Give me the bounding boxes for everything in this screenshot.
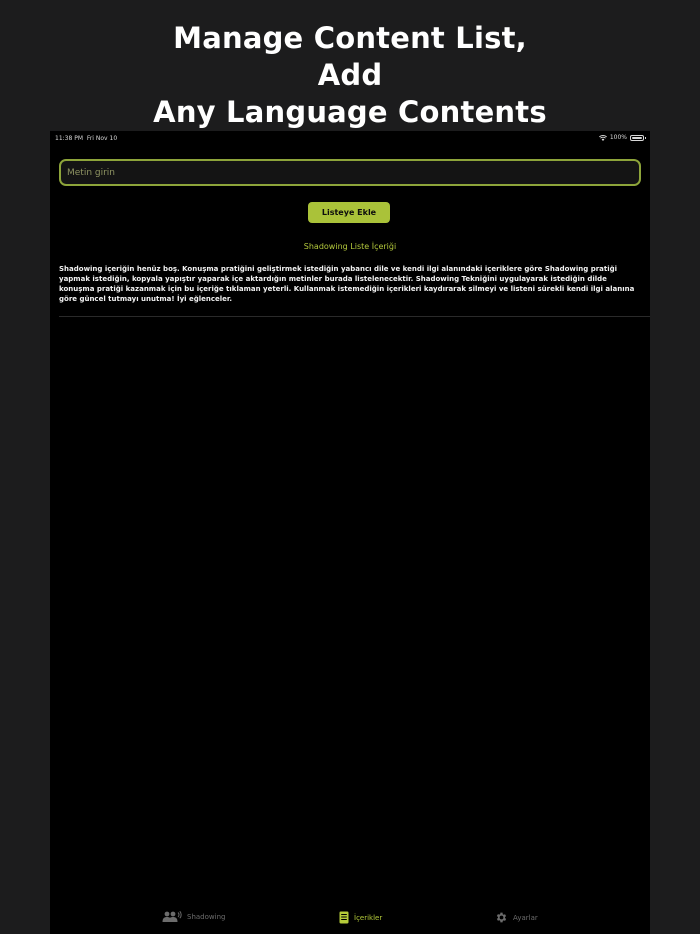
tab-ayarlar[interactable]: Ayarlar [495,911,538,924]
content-text-input[interactable] [59,159,641,186]
status-time-date: 11:38 PM Fri Nov 10 [55,135,117,142]
wifi-icon [598,134,607,141]
promo-headline: Manage Content List, Add Any Language Co… [0,20,700,131]
tab-bar: Shadowing İçerikler Ayarlar [50,905,650,934]
tab-ayarlar-label: Ayarlar [513,913,538,922]
headline-line-1: Manage Content List, [173,21,527,55]
status-indicators: 100% [598,134,646,141]
tab-shadowing-label: Shadowing [187,913,226,921]
people-speaking-icon [162,911,182,923]
add-to-list-button[interactable]: Listeye Ekle [308,202,390,223]
empty-list-message: Shadowing içeriğin henüz boş. Konuşma pr… [59,265,635,303]
tab-icerikler[interactable]: İçerikler [339,911,382,924]
tab-shadowing[interactable]: Shadowing [162,911,225,923]
status-bar: 11:38 PM Fri Nov 10 100% [50,131,650,145]
tab-icerikler-label: İçerikler [354,913,383,922]
ipad-screen: 11:38 PM Fri Nov 10 100% Listeye Ekle Sh… [50,131,650,934]
headline-line-2: Add [317,58,383,92]
gear-icon [495,911,508,924]
status-time: 11:38 PM [55,135,83,142]
list-section-title: Shadowing Liste İçeriği [303,242,397,251]
document-list-icon [339,911,349,924]
status-date: Fri Nov 10 [86,135,118,142]
battery-percent: 100% [609,134,627,141]
battery-icon [630,134,646,141]
list-divider [59,316,650,317]
headline-line-3: Any Language Contents [153,95,547,129]
